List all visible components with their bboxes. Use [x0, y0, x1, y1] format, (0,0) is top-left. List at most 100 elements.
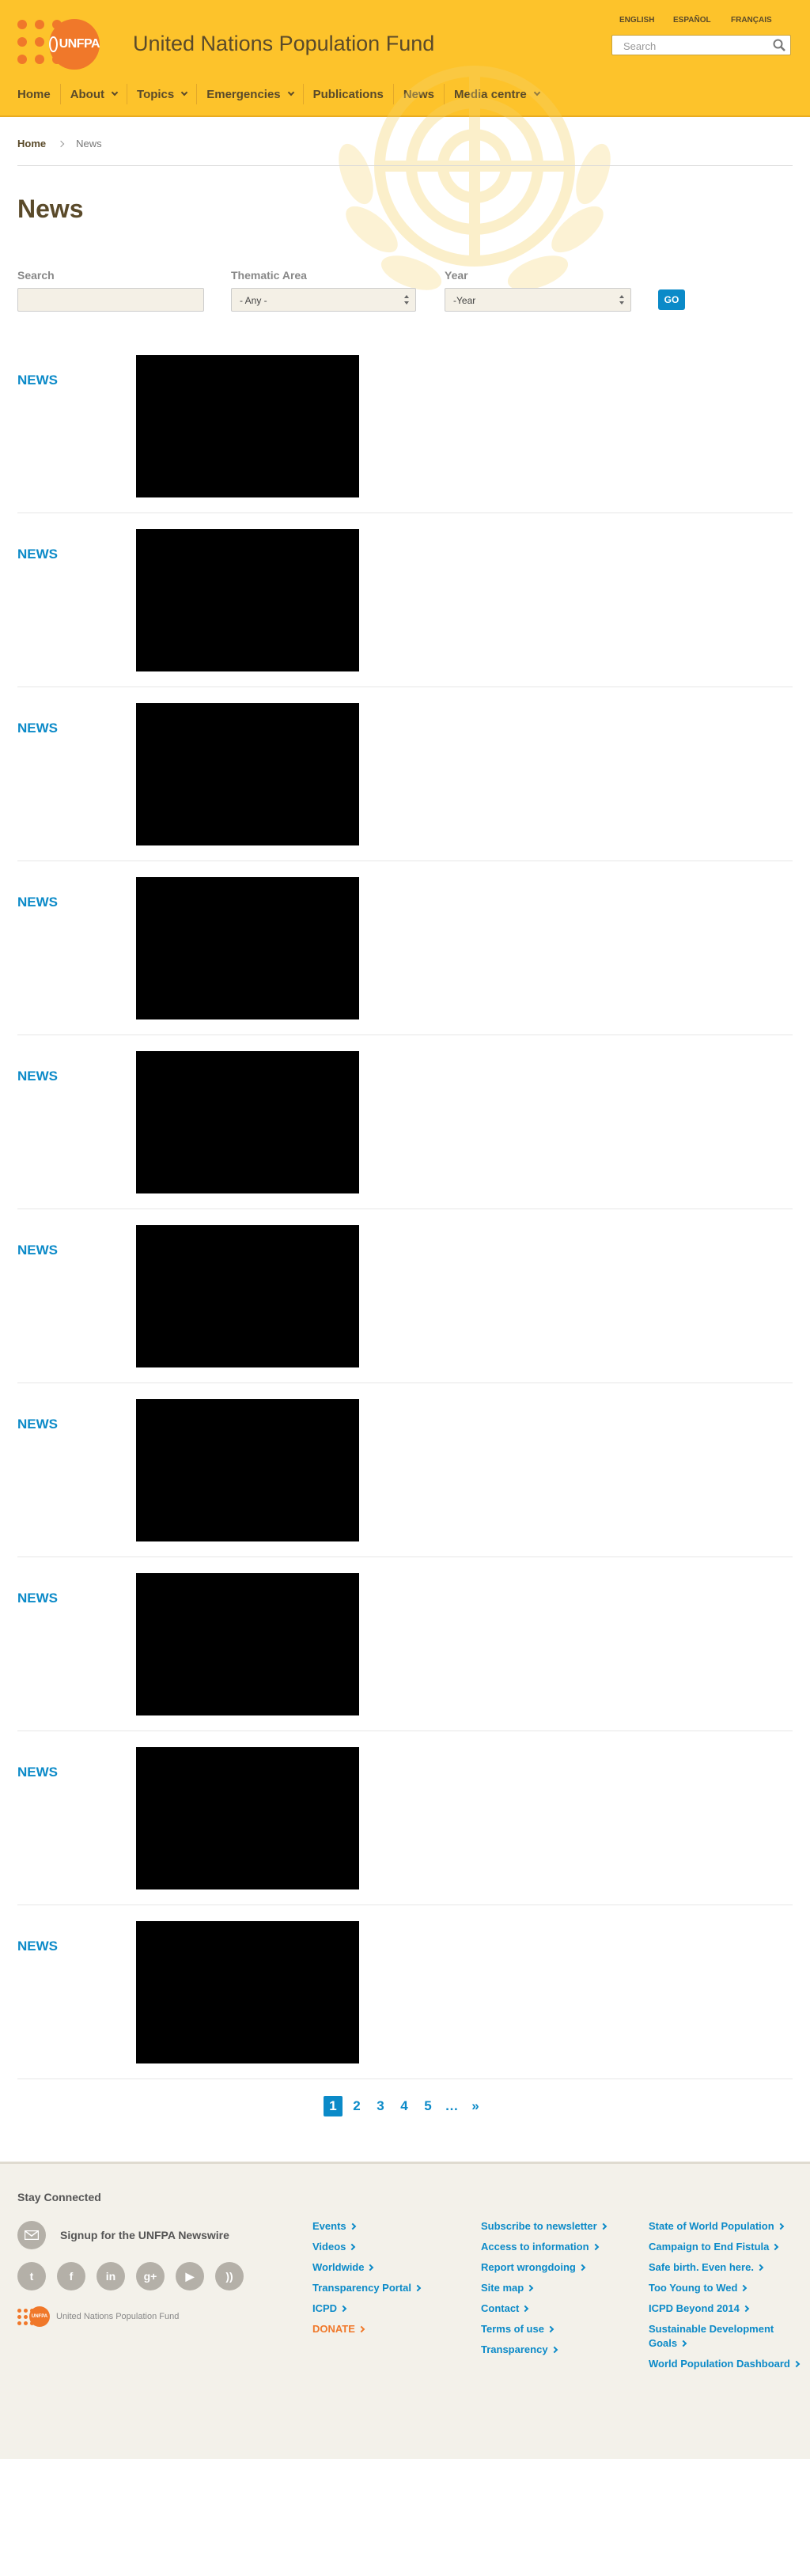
page-2[interactable]: 2 [347, 2096, 366, 2116]
footer-link-videos[interactable]: Videos [312, 2240, 463, 2254]
lang-espanol[interactable]: ESPAÑOL [673, 16, 711, 25]
news-item: NEWS [17, 1383, 793, 1557]
news-tag[interactable]: NEWS [17, 373, 58, 388]
footer-link-dashboard[interactable]: World Population Dashboard [649, 2357, 801, 2371]
logo-circle: UNFPA [49, 19, 100, 70]
chevron-right-icon [777, 2222, 784, 2230]
footer-link-site-map[interactable]: Site map [481, 2281, 639, 2295]
chevron-right-icon [349, 2222, 356, 2230]
news-thumbnail[interactable] [136, 1225, 359, 1367]
googleplus-icon[interactable]: g+ [136, 2262, 165, 2290]
page-4[interactable]: 4 [395, 2096, 414, 2116]
footer-link-safe-birth[interactable]: Safe birth. Even here. [649, 2260, 799, 2275]
youtube-icon[interactable]: ▶ [176, 2262, 204, 2290]
chevron-right-icon [742, 2305, 750, 2313]
chevron-right-icon [679, 2340, 687, 2347]
unfpa-logo[interactable]: UNFPA [17, 19, 100, 70]
footer-link-report-wrongdoing[interactable]: Report wrongdoing [481, 2260, 639, 2275]
next-page-button[interactable]: » [466, 2096, 485, 2116]
footer-link-too-young[interactable]: Too Young to Wed [649, 2281, 799, 2295]
page-5[interactable]: 5 [418, 2096, 437, 2116]
footer-link-subscribe[interactable]: Subscribe to newsletter [481, 2219, 639, 2234]
footer-logo[interactable]: UNFPA United Nations Population Fund [17, 2306, 179, 2327]
news-thumbnail[interactable] [136, 1747, 359, 1889]
news-thumbnail[interactable] [136, 355, 359, 497]
news-thumbnail[interactable] [136, 703, 359, 845]
news-tag[interactable]: NEWS [17, 1417, 58, 1432]
linkedin-icon[interactable]: in [97, 2262, 125, 2290]
nav-emergencies[interactable]: Emergencies [196, 84, 302, 104]
lang-english[interactable]: ENGLISH [619, 16, 654, 25]
page-3[interactable]: 3 [371, 2096, 390, 2116]
chevron-right-icon [740, 2284, 748, 2292]
twitter-icon[interactable]: t [17, 2262, 46, 2290]
page-title: News [17, 195, 84, 223]
go-button[interactable]: GO [658, 289, 685, 310]
news-tag[interactable]: NEWS [17, 547, 58, 562]
footer-link-transparency[interactable]: Transparency [481, 2343, 639, 2357]
footer-link-terms[interactable]: Terms of use [481, 2322, 639, 2336]
footer-link-icpd-beyond[interactable]: ICPD Beyond 2014 [649, 2302, 799, 2316]
search-icon[interactable] [773, 39, 785, 51]
thematic-area-select[interactable]: - Any - [231, 288, 416, 312]
chevron-right-icon [349, 2243, 356, 2251]
footer-link-transparency-portal[interactable]: Transparency Portal [312, 2281, 463, 2295]
chevron-right-icon [522, 2305, 529, 2313]
nav-media-centre[interactable]: Media centre [444, 84, 549, 104]
footer-links-col1: Events Videos Worldwide Transparency Por… [312, 2219, 463, 2343]
news-thumbnail[interactable] [136, 877, 359, 1019]
chevron-right-icon [414, 2284, 422, 2292]
thematic-area-value: - Any - [240, 295, 267, 306]
footer-link-events[interactable]: Events [312, 2219, 463, 2234]
rss-icon[interactable]: )) [215, 2262, 244, 2290]
year-value: -Year [453, 295, 476, 306]
newswire-signup[interactable]: Signup for the UNFPA Newswire [17, 2221, 229, 2249]
news-thumbnail[interactable] [136, 529, 359, 671]
breadcrumb-home[interactable]: Home [17, 138, 46, 149]
chevron-right-icon [526, 2284, 534, 2292]
facebook-icon[interactable]: f [57, 2262, 85, 2290]
footer-link-sdg[interactable]: Sustainable Development Goals [649, 2322, 799, 2351]
stay-connected-heading: Stay Connected [17, 2191, 101, 2203]
year-select[interactable]: -Year [445, 288, 631, 312]
footer-link-end-fistula[interactable]: Campaign to End Fistula [649, 2240, 799, 2254]
news-thumbnail[interactable] [136, 1921, 359, 2063]
footer-link-swop[interactable]: State of World Population [649, 2219, 799, 2234]
news-tag[interactable]: NEWS [17, 895, 58, 910]
org-name[interactable]: United Nations Population Fund [133, 32, 434, 56]
footer-link-worldwide[interactable]: Worldwide [312, 2260, 463, 2275]
news-item: NEWS [17, 1557, 793, 1731]
chevron-right-icon [367, 2264, 374, 2271]
nav-topics[interactable]: Topics [127, 84, 196, 104]
donate-link[interactable]: DONATE [312, 2322, 463, 2336]
search-input[interactable]: Search [611, 35, 791, 55]
news-tag[interactable]: NEWS [17, 1069, 58, 1084]
chevron-right-icon [547, 2325, 555, 2333]
lang-francais[interactable]: FRANÇAIS [731, 16, 772, 25]
news-tag[interactable]: NEWS [17, 1243, 58, 1258]
news-item: NEWS [17, 339, 793, 513]
nav-home[interactable]: Home [17, 84, 60, 104]
thematic-area-label: Thematic Area [231, 269, 307, 282]
page-ellipsis: … [445, 2098, 459, 2113]
search-label: Search [17, 269, 55, 282]
news-tag[interactable]: NEWS [17, 1591, 58, 1606]
news-tag[interactable]: NEWS [17, 1939, 58, 1954]
envelope-icon [17, 2221, 46, 2249]
newswire-label: Signup for the UNFPA Newswire [60, 2229, 229, 2241]
nav-publications[interactable]: Publications [302, 84, 393, 104]
chevron-right-icon [339, 2305, 347, 2313]
news-thumbnail[interactable] [136, 1399, 359, 1541]
news-thumbnail[interactable] [136, 1051, 359, 1193]
footer-link-access-info[interactable]: Access to information [481, 2240, 639, 2254]
news-tag[interactable]: NEWS [17, 721, 58, 736]
nav-about[interactable]: About [59, 84, 127, 104]
keyword-search-input[interactable] [17, 288, 204, 312]
chevron-right-icon [578, 2264, 586, 2271]
nav-news[interactable]: News [392, 84, 444, 104]
footer-link-contact[interactable]: Contact [481, 2302, 639, 2316]
footer-link-icpd[interactable]: ICPD [312, 2302, 463, 2316]
page-1[interactable]: 1 [324, 2096, 343, 2116]
news-tag[interactable]: NEWS [17, 1765, 58, 1780]
news-thumbnail[interactable] [136, 1573, 359, 1715]
